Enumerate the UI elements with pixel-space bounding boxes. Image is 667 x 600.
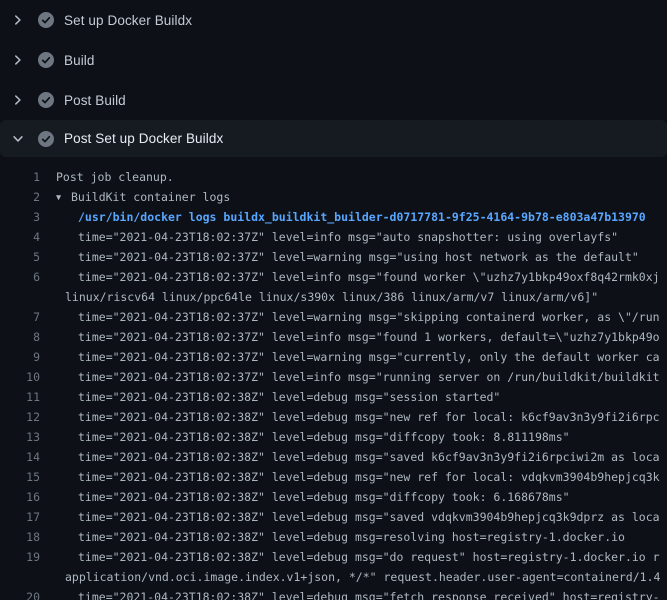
log-line-number: 10 — [0, 367, 40, 387]
log-line: 8 time="2021-04-23T18:02:37Z" level=info … — [0, 327, 667, 347]
log-line-text: time="2021-04-23T18:02:38Z" level=debug … — [78, 470, 660, 484]
log-line-text: time="2021-04-23T18:02:38Z" level=debug … — [78, 390, 500, 404]
check-circle-icon — [38, 131, 54, 147]
log-line-number: 9 — [0, 347, 40, 367]
chevron-right-icon[interactable] — [10, 92, 26, 108]
log-line-number: 15 — [0, 467, 40, 487]
log-line-text: time="2021-04-23T18:02:37Z" level=info m… — [78, 370, 660, 384]
check-circle-icon — [38, 52, 54, 68]
log-line-text: time="2021-04-23T18:02:37Z" level=warnin… — [78, 310, 660, 324]
log-group-toggle-icon[interactable]: ▼ — [56, 188, 71, 207]
log-line-number: 14 — [0, 447, 40, 467]
log-line-number: 20 — [0, 587, 40, 600]
log-line: 12 time="2021-04-23T18:02:38Z" level=debu… — [0, 407, 667, 427]
log-line: 20 time="2021-04-23T18:02:38Z" level=debu… — [0, 587, 667, 600]
log-line: 18 time="2021-04-23T18:02:38Z" level=debu… — [0, 527, 667, 547]
log-line: 6 time="2021-04-23T18:02:37Z" level=info … — [0, 267, 667, 287]
step-row-post-build[interactable]: Post Build — [0, 80, 667, 120]
chevron-right-icon[interactable] — [10, 52, 26, 68]
log-line: 11 time="2021-04-23T18:02:38Z" level=debu… — [0, 387, 667, 407]
log-line-text: Post job cleanup. — [56, 170, 174, 184]
log-line-number: 13 — [0, 427, 40, 447]
log-line: 17 time="2021-04-23T18:02:38Z" level=debu… — [0, 507, 667, 527]
log-line-number: 18 — [0, 527, 40, 547]
log-line-number: 3 — [0, 207, 40, 227]
log-line: 19 time="2021-04-23T18:02:38Z" level=debu… — [0, 547, 667, 567]
log-line: 2 ▼BuildKit container logs — [0, 187, 667, 207]
log-line-text: time="2021-04-23T18:02:38Z" level=debug … — [78, 530, 625, 544]
log-line-number: 16 — [0, 487, 40, 507]
log-line-text: time="2021-04-23T18:02:38Z" level=debug … — [78, 490, 570, 504]
log-line-text: time="2021-04-23T18:02:37Z" level=info m… — [78, 230, 618, 244]
log-line-text: time="2021-04-23T18:02:37Z" level=warnin… — [78, 350, 660, 364]
log-line-text: time="2021-04-23T18:02:37Z" level=info m… — [78, 330, 660, 344]
log-line-text: time="2021-04-23T18:02:38Z" level=debug … — [78, 590, 660, 600]
chevron-right-icon[interactable] — [10, 12, 26, 28]
log-line: 10 time="2021-04-23T18:02:37Z" level=info… — [0, 367, 667, 387]
step-row-post-set-up-docker-buildx[interactable]: Post Set up Docker Buildx — [0, 120, 667, 157]
log-line-text: time="2021-04-23T18:02:38Z" level=debug … — [78, 510, 660, 524]
actions-log-viewer: Set up Docker Buildx Build P — [0, 0, 667, 600]
log-line-text: BuildKit container logs — [71, 190, 230, 204]
log-line-text: time="2021-04-23T18:02:38Z" level=debug … — [78, 410, 660, 424]
step-title: Post Set up Docker Buildx — [64, 131, 223, 146]
log-area: 1 Post job cleanup. 2 ▼BuildKit container … — [0, 157, 667, 600]
log-line-text: /usr/bin/docker logs buildx_buildkit_bui… — [78, 210, 646, 224]
log-line: 1 Post job cleanup. — [0, 167, 667, 187]
step-title: Set up Docker Buildx — [64, 13, 192, 28]
log-line-number: 12 — [0, 407, 40, 427]
log-line-number: 7 — [0, 307, 40, 327]
log-line: 3/usr/bin/docker logs buildx_buildkit_bu… — [0, 207, 667, 227]
log-line-number: 5 — [0, 247, 40, 267]
log-line-text: time="2021-04-23T18:02:38Z" level=debug … — [78, 550, 660, 564]
steps-list: Set up Docker Buildx Build P — [0, 0, 667, 157]
check-circle-icon — [38, 92, 54, 108]
log-line: application/vnd.oci.image.index.v1+json,… — [0, 567, 667, 587]
log-line-text: time="2021-04-23T18:02:38Z" level=debug … — [78, 430, 570, 444]
log-line-number: 1 — [0, 167, 40, 187]
log-line: linux/riscv64 linux/ppc64le linux/s390x … — [0, 287, 667, 307]
log-line: 7 time="2021-04-23T18:02:37Z" level=warni… — [0, 307, 667, 327]
log-line: 5 time="2021-04-23T18:02:37Z" level=warni… — [0, 247, 667, 267]
log-line: 4 time="2021-04-23T18:02:37Z" level=info … — [0, 227, 667, 247]
log-line: 15 time="2021-04-23T18:02:38Z" level=debu… — [0, 467, 667, 487]
step-row-build[interactable]: Build — [0, 40, 667, 80]
log-line: 13 time="2021-04-23T18:02:38Z" level=debu… — [0, 427, 667, 447]
log-line-text: application/vnd.oci.image.index.v1+json,… — [65, 570, 660, 584]
log-line: 14 time="2021-04-23T18:02:38Z" level=debu… — [0, 447, 667, 467]
step-title: Post Build — [64, 93, 126, 108]
log-line-text: time="2021-04-23T18:02:37Z" level=info m… — [78, 270, 660, 284]
log-line-number: 11 — [0, 387, 40, 407]
log-line-number: 2 — [0, 187, 40, 207]
chevron-down-icon[interactable] — [10, 131, 26, 147]
log-line-number: 4 — [0, 227, 40, 247]
step-row-set-up-docker-buildx[interactable]: Set up Docker Buildx — [0, 0, 667, 40]
log-line: 16 time="2021-04-23T18:02:38Z" level=debu… — [0, 487, 667, 507]
log-line: 9 time="2021-04-23T18:02:37Z" level=warni… — [0, 347, 667, 367]
step-title: Build — [64, 53, 95, 68]
log-line-number: 19 — [0, 547, 40, 567]
log-line-text: time="2021-04-23T18:02:37Z" level=warnin… — [78, 250, 639, 264]
check-circle-icon — [38, 12, 54, 28]
log-line-text: linux/riscv64 linux/ppc64le linux/s390x … — [65, 290, 598, 304]
log-line-number: 8 — [0, 327, 40, 347]
log-line-number: 17 — [0, 507, 40, 527]
log-line-number: 6 — [0, 267, 40, 287]
log-line-text: time="2021-04-23T18:02:38Z" level=debug … — [78, 450, 660, 464]
